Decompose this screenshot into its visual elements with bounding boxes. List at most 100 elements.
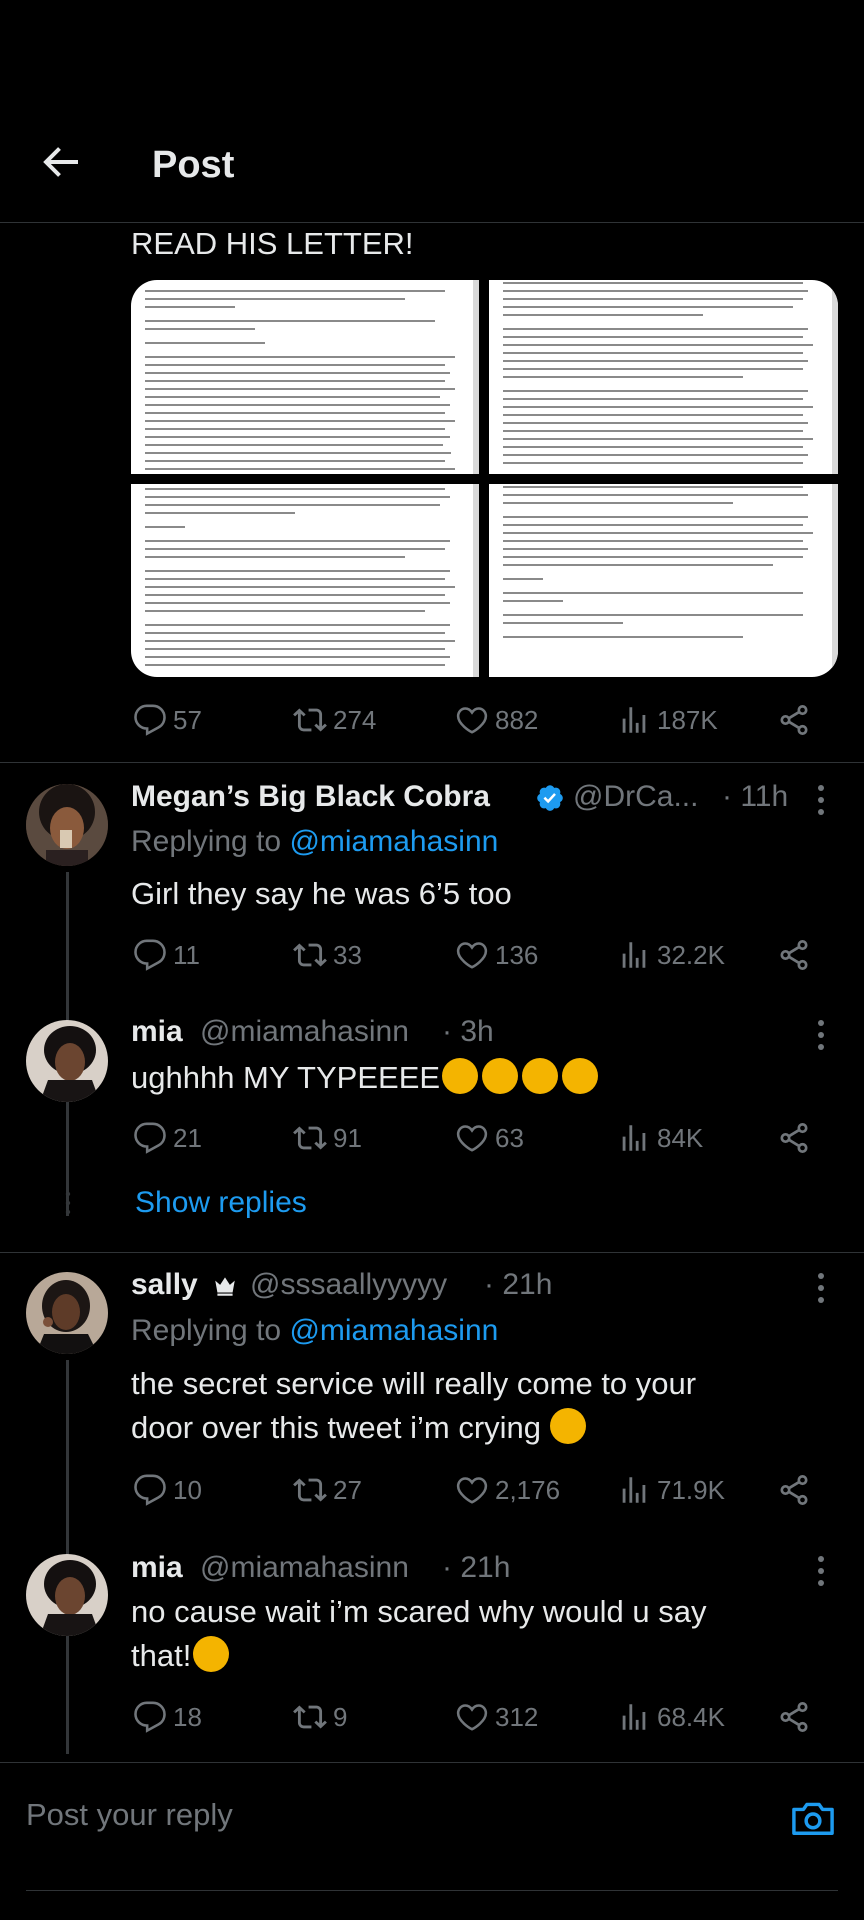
views-count: 68.4K xyxy=(657,1701,725,1732)
share-icon xyxy=(777,703,811,737)
repost-count: 33 xyxy=(333,939,362,970)
repost-button[interactable]: 27 xyxy=(293,1473,362,1507)
letter-page-image-2[interactable] xyxy=(489,280,838,474)
like-button[interactable]: 312 xyxy=(455,1700,538,1734)
post-time: · 21h xyxy=(442,1551,511,1584)
views-icon xyxy=(617,703,651,737)
repost-button[interactable]: 91 xyxy=(293,1121,362,1155)
share-icon xyxy=(777,1473,811,1507)
avatar-photo xyxy=(26,1020,108,1102)
letter-page-image-1[interactable] xyxy=(131,280,479,474)
share-icon xyxy=(777,1700,811,1734)
reply-count: 11 xyxy=(173,939,200,970)
user-handle[interactable]: @DrCa... xyxy=(573,780,698,814)
repost-count: 274 xyxy=(333,704,377,735)
camera-button[interactable] xyxy=(790,1797,836,1839)
heart-icon xyxy=(455,1473,489,1507)
header-divider xyxy=(0,222,864,223)
share-button[interactable] xyxy=(777,1700,817,1734)
like-count: 63 xyxy=(495,1122,524,1153)
more-options-icon[interactable] xyxy=(815,783,827,817)
reply-button[interactable]: 10 xyxy=(133,1473,202,1507)
replying-to-link[interactable]: @miamahasinn xyxy=(289,825,498,858)
heart-icon xyxy=(455,703,489,737)
replying-to-link[interactable]: @miamahasinn xyxy=(289,1314,498,1347)
user-handle[interactable]: @miamahasinn xyxy=(200,1551,409,1585)
share-button[interactable] xyxy=(777,703,817,737)
more-options-icon[interactable] xyxy=(815,1554,827,1588)
thread-dots-icon xyxy=(65,1191,71,1215)
reply-count: 18 xyxy=(173,1701,202,1732)
heart-eyes-emoji-icon xyxy=(482,1058,519,1094)
repost-icon xyxy=(293,1473,327,1507)
reply-input-underline xyxy=(26,1890,838,1891)
verified-badge-icon xyxy=(537,785,563,811)
reply-input[interactable]: Post your reply xyxy=(26,1797,233,1833)
reply-text: ughhhh MY TYPEEEE xyxy=(131,1056,602,1100)
reply-text: no cause wait i’m scared why would u say… xyxy=(131,1594,707,1673)
repost-button[interactable]: 274 xyxy=(293,703,376,737)
more-options-icon[interactable] xyxy=(815,1018,827,1052)
reply-button[interactable]: 18 xyxy=(133,1700,202,1734)
repost-count: 9 xyxy=(333,1701,348,1732)
reply-icon xyxy=(133,1473,167,1507)
reply-button[interactable]: 57 xyxy=(133,703,202,737)
like-button[interactable]: 2,176 xyxy=(455,1473,560,1507)
repost-icon xyxy=(293,1700,327,1734)
avatar[interactable] xyxy=(26,1272,108,1354)
user-handle[interactable]: @miamahasinn xyxy=(200,1015,409,1049)
share-icon xyxy=(777,1121,811,1155)
reply-button[interactable]: 11 xyxy=(133,938,200,972)
show-replies-link[interactable]: Show replies xyxy=(135,1186,307,1220)
repost-icon xyxy=(293,703,327,737)
post-time: · 3h xyxy=(442,1015,494,1048)
loudly-crying-face-emoji-icon xyxy=(549,1408,586,1444)
like-count: 136 xyxy=(495,939,539,970)
views-button[interactable]: 84K xyxy=(617,1121,703,1155)
reply-icon xyxy=(133,1121,167,1155)
heart-eyes-emoji-icon xyxy=(562,1058,599,1094)
views-button[interactable]: 32.2K xyxy=(617,938,725,972)
views-count: 187K xyxy=(657,704,718,735)
avatar[interactable] xyxy=(26,1020,108,1102)
letter-page-image-3[interactable] xyxy=(131,484,479,677)
post-time: · 11h xyxy=(722,780,789,813)
replying-to-label: Replying to @miamahasinn xyxy=(131,825,499,858)
more-options-icon[interactable] xyxy=(815,1271,827,1305)
avatar[interactable] xyxy=(26,1554,108,1636)
reply-count: 10 xyxy=(173,1474,202,1505)
display-name[interactable]: mia xyxy=(131,1015,183,1049)
avatar[interactable] xyxy=(26,784,108,866)
replying-to-label: Replying to @miamahasinn xyxy=(131,1314,499,1347)
display-name[interactable]: sally xyxy=(131,1268,198,1302)
back-button[interactable] xyxy=(36,138,84,186)
views-button[interactable]: 71.9K xyxy=(617,1473,725,1507)
like-button[interactable]: 882 xyxy=(455,703,538,737)
views-count: 32.2K xyxy=(657,939,725,970)
views-button[interactable]: 187K xyxy=(617,703,718,737)
share-button[interactable] xyxy=(777,938,817,972)
repost-count: 91 xyxy=(333,1122,362,1153)
thread-divider xyxy=(0,1252,864,1253)
heart-icon xyxy=(455,1700,489,1734)
display-name[interactable]: mia xyxy=(131,1551,183,1585)
like-count: 882 xyxy=(495,704,539,735)
like-button[interactable]: 63 xyxy=(455,1121,524,1155)
reply-button[interactable]: 21 xyxy=(133,1121,202,1155)
post-divider xyxy=(0,762,864,763)
display-name[interactable]: Megan’s Big Black Cobra xyxy=(131,780,490,814)
views-button[interactable]: 68.4K xyxy=(617,1700,725,1734)
avatar-photo xyxy=(26,1554,108,1636)
repost-button[interactable]: 9 xyxy=(293,1700,347,1734)
camera-icon xyxy=(792,1802,834,1835)
user-handle[interactable]: @sssaallyyyyy xyxy=(250,1268,447,1302)
repost-count: 27 xyxy=(333,1474,362,1505)
repost-button[interactable]: 33 xyxy=(293,938,362,972)
like-button[interactable]: 136 xyxy=(455,938,538,972)
share-button[interactable] xyxy=(777,1121,817,1155)
post-media-grid[interactable] xyxy=(131,280,838,677)
avatar-photo xyxy=(26,784,108,866)
letter-page-image-4[interactable] xyxy=(489,484,838,677)
share-button[interactable] xyxy=(777,1473,817,1507)
crown-icon xyxy=(215,1277,235,1296)
